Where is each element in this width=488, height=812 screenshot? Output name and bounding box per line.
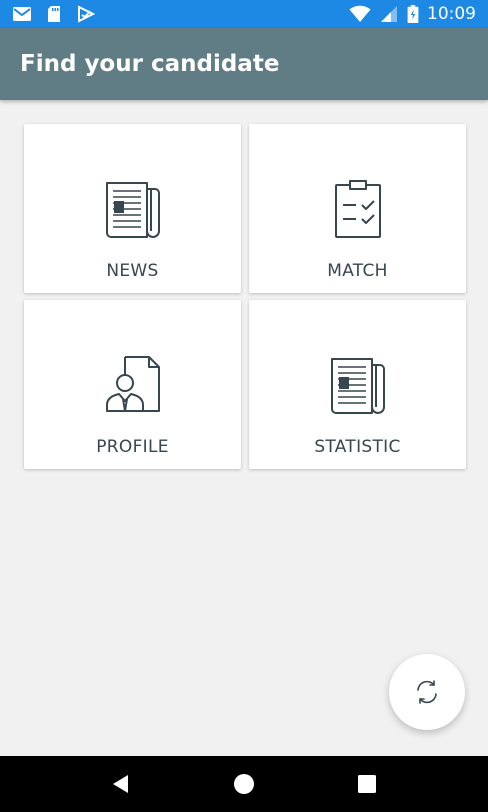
refresh-button[interactable] xyxy=(389,654,465,730)
newspaper-icon xyxy=(330,358,385,414)
news-card[interactable]: NEWS xyxy=(24,124,241,293)
status-left-icons xyxy=(0,5,96,23)
status-time: 10:09 xyxy=(427,4,476,24)
recents-button[interactable] xyxy=(347,764,387,804)
page-title: Find your candidate xyxy=(20,51,280,77)
app-bar: Find your candidate xyxy=(0,28,488,100)
play-store-icon xyxy=(78,5,96,23)
news-label: NEWS xyxy=(106,261,159,281)
gmail-icon xyxy=(13,7,31,21)
profile-label: PROFILE xyxy=(96,437,169,457)
profile-document-icon xyxy=(105,356,160,412)
refresh-icon xyxy=(417,680,437,704)
home-button[interactable] xyxy=(224,764,264,804)
navigation-bar xyxy=(0,756,488,812)
statistic-card[interactable]: STATISTIC xyxy=(249,300,466,469)
clipboard-check-icon xyxy=(334,180,381,238)
menu-grid: NEWS MATCH PROFILE STATISTIC xyxy=(24,124,466,469)
statistic-label: STATISTIC xyxy=(314,437,401,457)
status-bar: 10:09 xyxy=(0,0,488,28)
sd-card-icon xyxy=(48,6,60,22)
back-icon xyxy=(113,775,129,793)
status-right-icons: 10:09 xyxy=(349,4,488,24)
battery-icon xyxy=(407,5,419,23)
back-button[interactable] xyxy=(101,764,141,804)
signal-icon xyxy=(381,6,397,22)
wifi-icon xyxy=(349,5,371,22)
newspaper-icon xyxy=(105,182,160,238)
match-card[interactable]: MATCH xyxy=(249,124,466,293)
home-icon xyxy=(233,774,254,794)
recents-icon xyxy=(357,775,376,793)
profile-card[interactable]: PROFILE xyxy=(24,300,241,469)
match-label: MATCH xyxy=(327,261,388,281)
